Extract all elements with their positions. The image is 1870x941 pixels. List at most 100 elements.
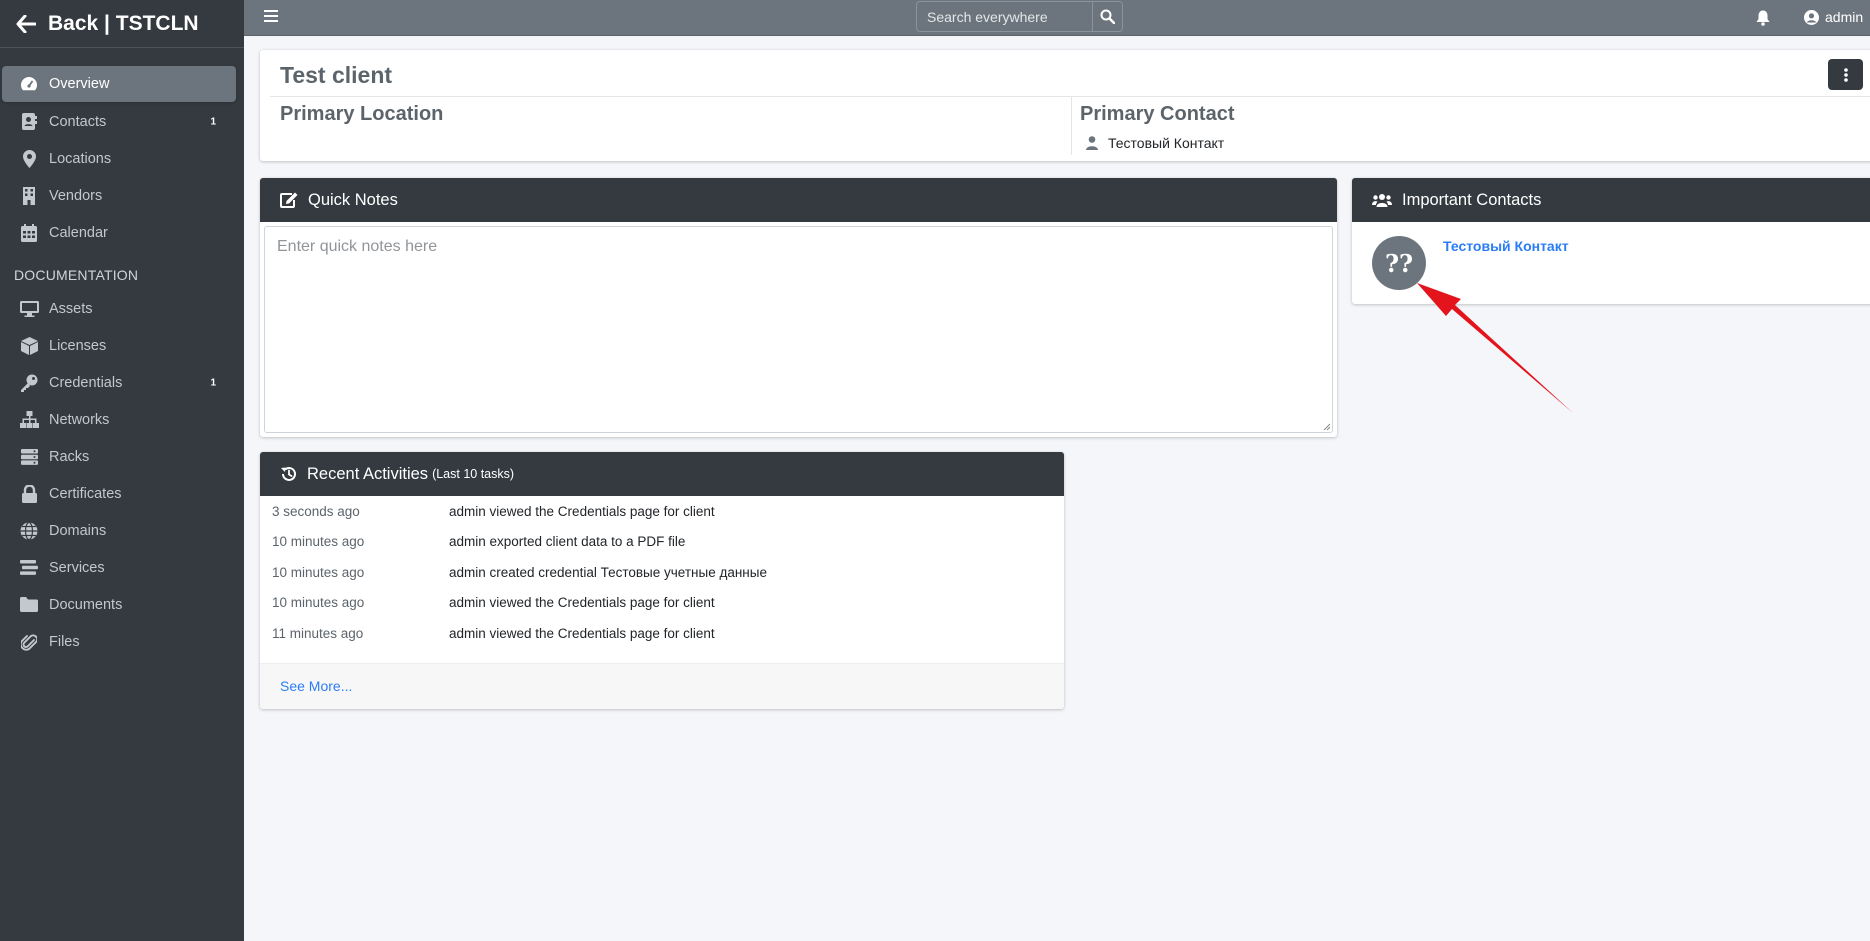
tachometer-icon bbox=[19, 74, 39, 94]
count-badge: 1 bbox=[210, 377, 216, 388]
network-icon bbox=[19, 410, 39, 430]
history-icon bbox=[281, 466, 296, 481]
building-icon bbox=[19, 186, 39, 206]
sidebar-item-domains[interactable]: Domains bbox=[2, 512, 236, 549]
divider bbox=[270, 96, 1870, 97]
quick-notes-card: Quick Notes bbox=[260, 178, 1337, 437]
search-input[interactable] bbox=[916, 1, 1092, 32]
folder-icon bbox=[19, 595, 39, 615]
divider bbox=[1071, 97, 1072, 155]
sidebar-item-label: Calendar bbox=[49, 224, 108, 241]
key-icon bbox=[19, 373, 39, 393]
important-contacts-card: Important Contacts ?? Тестовый Контакт bbox=[1352, 178, 1870, 304]
activity-description: admin created credential Тестовые учетны… bbox=[449, 564, 767, 580]
sidebar-item-contacts[interactable]: Contacts 1 bbox=[2, 103, 236, 140]
activity-description: admin exported client data to a PDF file bbox=[449, 534, 686, 550]
user-icon bbox=[1086, 136, 1098, 150]
search-button[interactable] bbox=[1092, 1, 1123, 32]
sidebar-item-label: Networks bbox=[49, 411, 110, 428]
sidebar-item-label: Documents bbox=[49, 596, 123, 613]
activity-time: 11 minutes ago bbox=[272, 625, 364, 641]
sidebar-item-services[interactable]: Services bbox=[2, 549, 236, 586]
brand-label: Back | TSTCLN bbox=[48, 11, 199, 35]
user-menu[interactable]: admin bbox=[1804, 9, 1863, 25]
sidebar-item-label: Locations bbox=[49, 150, 112, 167]
sidebar-item-label: Files bbox=[49, 633, 80, 650]
sidebar-item-locations[interactable]: Locations bbox=[2, 140, 236, 177]
globe-icon bbox=[19, 521, 39, 541]
activity-description: admin viewed the Credentials page for cl… bbox=[449, 595, 715, 611]
sidebar-item-racks[interactable]: Racks bbox=[2, 438, 236, 475]
important-contact-link[interactable]: Тестовый Контакт bbox=[1443, 238, 1569, 254]
map-marker-icon bbox=[19, 149, 39, 169]
sidebar-item-label: Overview bbox=[49, 76, 110, 92]
sidebar-item-networks[interactable]: Networks bbox=[2, 401, 236, 438]
user-circle-icon bbox=[1804, 9, 1819, 25]
recent-activities-title: Recent Activities bbox=[307, 464, 429, 483]
primary-location-heading: Primary Location bbox=[280, 103, 444, 125]
server-icon bbox=[19, 447, 39, 467]
stream-icon bbox=[19, 558, 39, 578]
sidebar-item-documents[interactable]: Documents bbox=[2, 586, 236, 623]
sidebar: Back | TSTCLN Overview Contacts 1 Locati… bbox=[0, 0, 244, 941]
sidebar-item-certificates[interactable]: Certificates bbox=[2, 475, 236, 512]
quick-notes-header: Quick Notes bbox=[260, 178, 1337, 222]
sidebar-item-vendors[interactable]: Vendors bbox=[2, 177, 236, 214]
activities-footer: See More... bbox=[260, 663, 1064, 709]
primary-contact-name: Тестовый Контакт bbox=[1108, 135, 1225, 151]
primary-contact: Тестовый Контакт bbox=[1086, 135, 1224, 151]
calendar-icon bbox=[19, 223, 39, 243]
address-book-icon bbox=[19, 112, 39, 132]
sidebar-nav: Overview Contacts 1 Locations Vendors Ca… bbox=[0, 48, 244, 660]
important-contacts-title: Important Contacts bbox=[1402, 190, 1542, 209]
sidebar-item-assets[interactable]: Assets bbox=[2, 290, 236, 327]
user-name: admin bbox=[1825, 9, 1864, 25]
sidebar-item-overview[interactable]: Overview bbox=[2, 66, 236, 102]
menu-toggle-icon[interactable] bbox=[264, 10, 278, 28]
top-navbar: admin bbox=[244, 0, 1870, 36]
activity-row: 11 minutes ago admin viewed the Credenti… bbox=[260, 618, 1064, 649]
activity-list: 3 seconds ago admin viewed the Credentia… bbox=[260, 496, 1064, 649]
recent-activities-card: Recent Activities (Last 10 tasks) 3 seco… bbox=[260, 452, 1064, 709]
lock-icon bbox=[19, 484, 39, 504]
important-contacts-header: Important Contacts bbox=[1352, 178, 1870, 222]
edit-icon bbox=[280, 192, 298, 208]
arrow-left-icon bbox=[16, 14, 36, 33]
recent-activities-subtitle: (Last 10 tasks) bbox=[432, 467, 515, 481]
primary-contact-heading: Primary Contact bbox=[1080, 103, 1235, 125]
back-link[interactable]: Back | TSTCLN bbox=[0, 0, 244, 48]
desktop-icon bbox=[19, 299, 39, 319]
activity-time: 3 seconds ago bbox=[272, 503, 360, 519]
activity-description: admin viewed the Credentials page for cl… bbox=[449, 625, 715, 641]
nav-header-documentation: DOCUMENTATION bbox=[14, 267, 139, 283]
client-actions-button[interactable] bbox=[1828, 59, 1863, 90]
client-header-card: Test client Primary Location Primary Con… bbox=[260, 50, 1870, 161]
count-badge: 1 bbox=[210, 116, 216, 127]
sidebar-item-files[interactable]: Files bbox=[2, 623, 236, 660]
activity-row: 10 minutes ago admin created credential … bbox=[260, 557, 1064, 588]
activity-description: admin viewed the Credentials page for cl… bbox=[449, 503, 715, 519]
notifications-bell-icon[interactable] bbox=[1756, 10, 1770, 31]
ellipsis-vertical-icon bbox=[1843, 67, 1848, 82]
sidebar-item-licenses[interactable]: Licenses bbox=[2, 327, 236, 364]
sidebar-item-label: Licenses bbox=[49, 337, 107, 354]
sidebar-item-credentials[interactable]: Credentials 1 bbox=[2, 364, 236, 401]
sidebar-item-label: Assets bbox=[49, 300, 93, 317]
quick-notes-textarea[interactable] bbox=[264, 226, 1333, 433]
see-more-link[interactable]: See More... bbox=[280, 678, 352, 694]
users-icon bbox=[1372, 194, 1392, 207]
client-name: Test client bbox=[280, 62, 393, 88]
sidebar-item-label: Services bbox=[49, 559, 105, 576]
sidebar-item-label: Credentials bbox=[49, 374, 123, 391]
sidebar-item-calendar[interactable]: Calendar bbox=[2, 214, 236, 251]
paperclip-icon bbox=[19, 632, 39, 652]
sidebar-item-label: Vendors bbox=[49, 187, 103, 204]
activity-time: 10 minutes ago bbox=[272, 564, 365, 580]
search-icon bbox=[1100, 9, 1115, 24]
activity-time: 10 minutes ago bbox=[272, 534, 365, 550]
avatar[interactable]: ?? bbox=[1372, 236, 1426, 290]
sidebar-item-label: Racks bbox=[49, 448, 90, 465]
sidebar-item-label: Domains bbox=[49, 522, 107, 539]
sidebar-item-label: Certificates bbox=[49, 485, 122, 502]
resize-handle-icon[interactable] bbox=[1323, 423, 1331, 431]
